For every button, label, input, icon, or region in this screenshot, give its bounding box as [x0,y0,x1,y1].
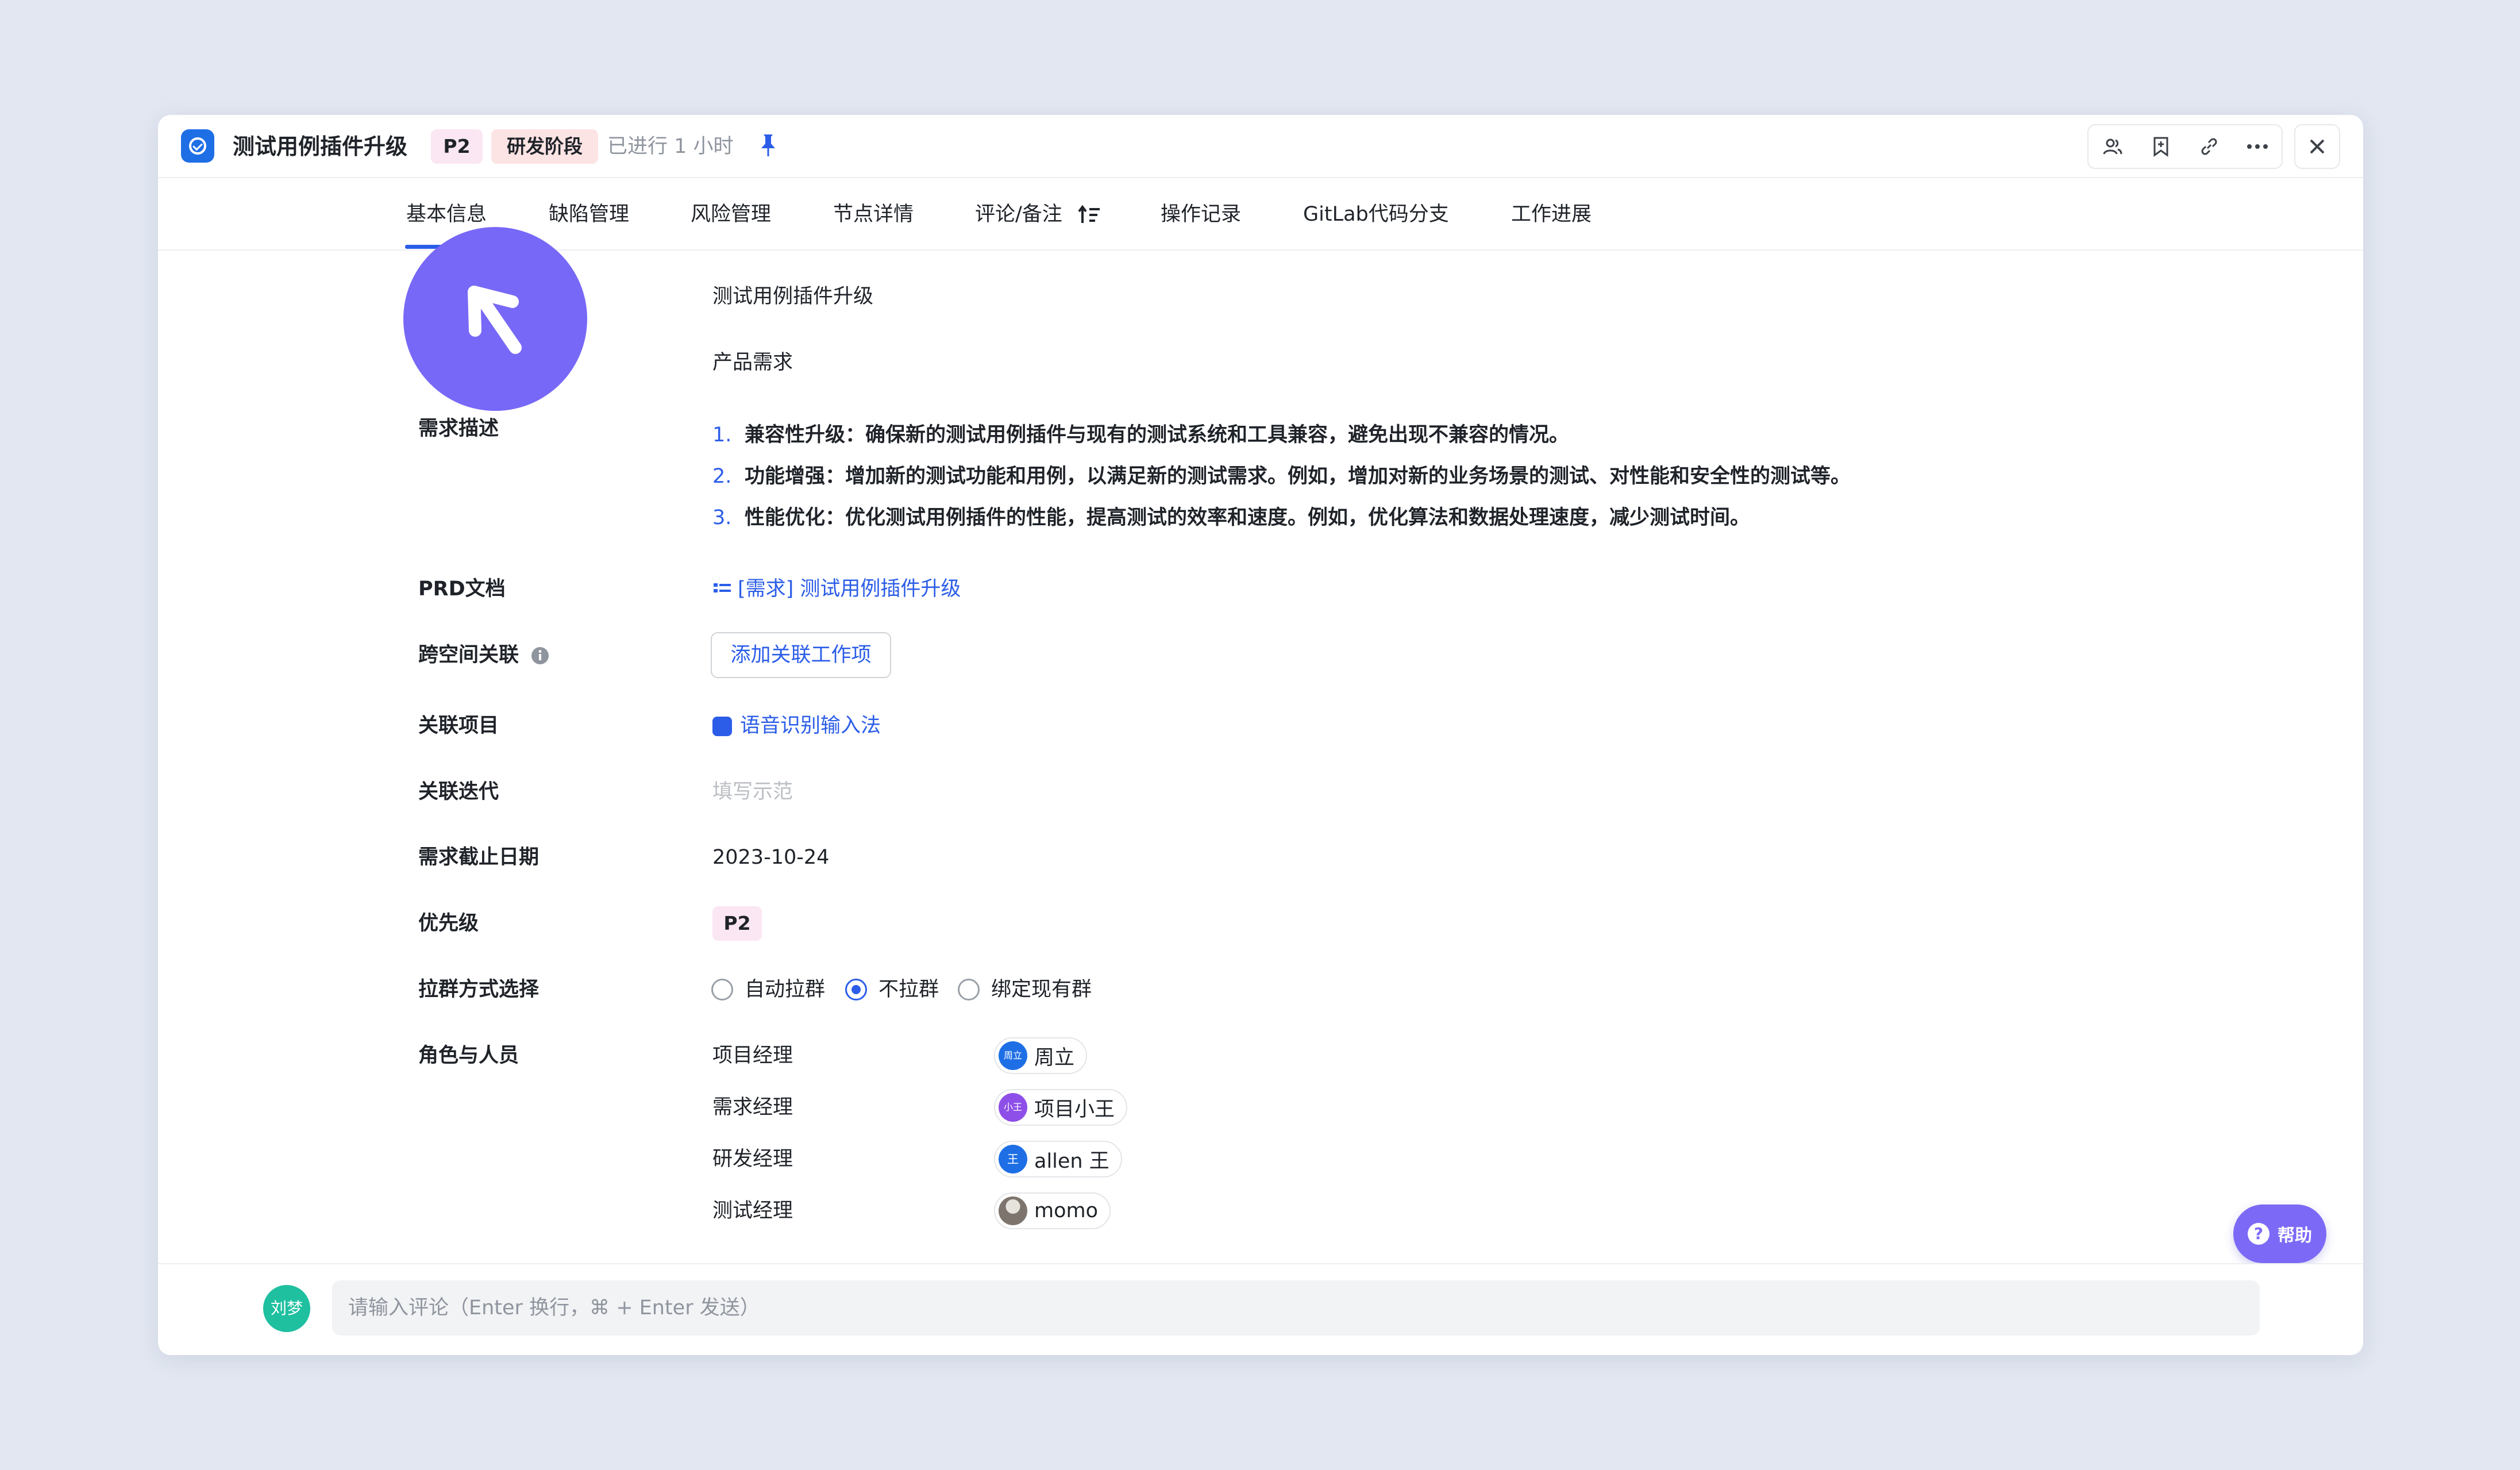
role-person[interactable]: 周立 周立 [994,1037,1088,1074]
role-label: 研发经理 [712,1148,793,1171]
avatar-photo [999,1196,1027,1225]
radio-circle [958,979,980,1000]
close-icon [2310,139,2325,154]
elapsed-time: 已进行 1 小时 [607,135,734,158]
work-item-window: 测试用例插件升级 P2 研发阶段 已进行 1 小时 基本信息 缺陷管理 风险管理… [158,115,2363,1355]
tab-node-details[interactable]: 节点详情 [833,200,914,229]
avatar: 小王 [999,1093,1027,1122]
tab-defects[interactable]: 缺陷管理 [549,200,629,229]
radio-circle [711,979,733,1000]
radio-auto-group[interactable]: 自动拉群 [711,975,825,1004]
prd-link-text: [需求] 测试用例插件升级 [738,578,961,601]
pin-icon[interactable] [757,132,780,160]
avatar: 周立 [999,1041,1027,1070]
iteration-label: 关联迭代 [418,780,499,803]
deadline-label: 需求截止日期 [418,846,540,869]
radio-label: 自动拉群 [745,978,826,1001]
role-label: 需求经理 [712,1096,793,1119]
tab-gitlab-branch[interactable]: GitLab代码分支 [1303,200,1449,229]
project-label: 关联项目 [418,714,499,737]
desc-item: 1. 兼容性升级：确保新的测试用例插件与现有的测试系统和工具兼容，避免出现不兼容的… [712,424,1570,447]
more-icon[interactable] [2240,129,2275,164]
add-linked-item-button[interactable]: 添加关联工作项 [711,632,891,678]
cross-space-label-text: 跨空间关联 [418,644,519,667]
tab-comments-label: 评论/备注 [975,203,1062,226]
desc-item: 3. 性能优化：优化测试用例插件的性能，提高测试的效率和速度。例如，优化算法和数据… [712,506,1751,529]
window-header: 测试用例插件升级 P2 研发阶段 已进行 1 小时 [158,115,2363,178]
stage-tag: 研发阶段 [491,129,598,164]
prd-link[interactable]: [需求] 测试用例插件升级 [712,575,961,603]
arrow-up-left-icon [468,286,522,354]
comment-bar: 刘梦 [158,1263,2363,1355]
person-name: 项目小王 [1034,1098,1115,1121]
help-button[interactable]: ? 帮助 [2233,1205,2326,1263]
comment-input[interactable] [332,1280,2260,1336]
radio-circle-selected [845,979,867,1000]
desc-list[interactable]: 1. 兼容性升级：确保新的测试用例插件与现有的测试系统和工具兼容，避免出现不兼容的… [712,414,1851,538]
help-icon: ? [2248,1223,2269,1245]
link-icon[interactable] [2192,129,2226,164]
radio-no-group[interactable]: 不拉群 [845,975,939,1004]
task-check-icon [181,129,214,163]
doc-list-icon [714,583,731,592]
tab-progress[interactable]: 工作进展 [1511,200,1592,229]
person-name: allen 王 [1034,1149,1109,1173]
role-person[interactable]: 小王 项目小王 [994,1089,1128,1126]
desc-label: 需求描述 [418,417,499,440]
role-person[interactable]: 王 allen 王 [994,1141,1122,1177]
header-toolbar [2087,124,2283,169]
help-label: 帮助 [2278,1226,2312,1246]
sort-icon[interactable] [1078,205,1101,225]
type-value[interactable]: 产品需求 [712,348,793,377]
priority-label: 优先级 [418,912,479,935]
name-value[interactable]: 测试用例插件升级 [712,282,873,311]
roles-label: 角色与人员 [418,1044,519,1067]
arrow-cursor-overlay [403,227,587,411]
cross-space-label: 跨空间关联 [418,641,550,669]
info-icon[interactable] [530,646,550,665]
work-item-title: 测试用例插件升级 [233,134,408,159]
role-person[interactable]: momo [994,1192,1111,1229]
desc-item: 2. 功能增强：增加新的测试功能和用例，以满足新的测试需求。例如，增加对新的业务场… [712,465,1851,488]
tab-comments[interactable]: 评论/备注 [975,200,1101,229]
project-link[interactable]: 语音识别输入法 [712,711,881,740]
members-icon[interactable] [2095,129,2130,164]
iteration-input[interactable]: 填写示范 [712,778,793,806]
avatar: 王 [999,1145,1027,1173]
project-icon [712,717,732,736]
project-link-text: 语音识别输入法 [740,714,881,737]
person-name: 周立 [1034,1046,1075,1069]
radio-bind-existing[interactable]: 绑定现有群 [958,975,1092,1004]
priority-value[interactable]: P2 [712,906,762,941]
person-name: momo [1034,1199,1099,1222]
tab-operation-log[interactable]: 操作记录 [1161,200,1241,229]
priority-tag: P2 [431,129,483,164]
close-button[interactable] [2294,124,2340,169]
group-label: 拉群方式选择 [418,978,540,1001]
prd-label: PRD文档 [418,578,506,601]
role-label: 项目经理 [712,1044,793,1067]
role-label: 测试经理 [712,1199,793,1222]
deadline-value[interactable]: 2023-10-24 [712,843,829,872]
bookmark-icon[interactable] [2144,129,2178,164]
radio-label: 绑定现有群 [991,978,1092,1001]
tab-basic-info[interactable]: 基本信息 [406,200,487,229]
current-user-avatar: 刘梦 [263,1285,310,1332]
radio-label: 不拉群 [878,978,939,1001]
tab-risks[interactable]: 风险管理 [691,200,771,229]
